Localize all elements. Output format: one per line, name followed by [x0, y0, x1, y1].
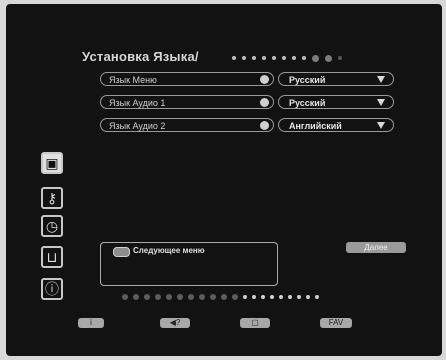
progress-dots-bottom [122, 294, 319, 300]
info-panel: Следующее меню [100, 242, 278, 286]
progress-dot [297, 295, 301, 299]
camera-icon[interactable]: ▣ [41, 152, 63, 174]
progress-dot [221, 294, 227, 300]
info-key[interactable]: i [78, 318, 104, 328]
selection-dot [260, 98, 269, 107]
progress-dot [288, 295, 292, 299]
audio2-language-select[interactable]: Английский [278, 118, 394, 132]
progress-dot [232, 56, 236, 60]
page-title: Установка Языка/ [82, 49, 199, 64]
progress-dot [252, 295, 256, 299]
row-label: Язык Аудио 2 [100, 118, 274, 132]
progress-dot [312, 55, 319, 62]
progress-dot [133, 294, 139, 300]
progress-dot [325, 55, 332, 62]
progress-dot [188, 294, 194, 300]
selection-dot [260, 121, 269, 130]
progress-dot [315, 295, 319, 299]
progress-dots-top [232, 55, 342, 62]
progress-dot [122, 294, 128, 300]
progress-dot [210, 294, 216, 300]
audio1-language-select[interactable]: Русский [278, 95, 394, 109]
progress-dot [177, 294, 183, 300]
progress-dot [252, 56, 256, 60]
tv-screen: Установка Языка/ Язык Меню Русский Язык … [6, 4, 442, 356]
select-value: Русский [289, 98, 326, 108]
progress-dot [166, 294, 172, 300]
dropdown-arrow-icon[interactable] [377, 122, 385, 129]
info-text: Следующее меню [133, 246, 205, 255]
progress-dot [302, 56, 306, 60]
progress-dot [306, 295, 310, 299]
progress-dot [261, 295, 265, 299]
progress-dot [232, 294, 238, 300]
folder-icon[interactable]: ⊔ [41, 246, 63, 268]
progress-dot [242, 56, 246, 60]
progress-dot [292, 56, 296, 60]
menu-language-select[interactable]: Русский [278, 72, 394, 86]
progress-dot [199, 294, 205, 300]
clock-icon[interactable]: ◷ [41, 215, 63, 237]
row-label: Язык Аудио 1 [100, 95, 274, 109]
progress-dot [272, 56, 276, 60]
next-button[interactable]: Далее [346, 242, 406, 253]
selection-dot [260, 75, 269, 84]
key-icon[interactable]: ⚷ [41, 187, 63, 209]
progress-dot [338, 56, 342, 60]
progress-dot [282, 56, 286, 60]
fav-key[interactable]: FAV [320, 318, 352, 328]
dropdown-arrow-icon[interactable] [377, 99, 385, 106]
blank-key[interactable]: ▢ [240, 318, 270, 328]
progress-dot [270, 295, 274, 299]
progress-dot [144, 294, 150, 300]
progress-dot [243, 295, 247, 299]
progress-dot [262, 56, 266, 60]
select-value: Русский [289, 75, 326, 85]
row-label: Язык Меню [100, 72, 274, 86]
info-icon[interactable]: ⓘ [41, 278, 63, 300]
select-value: Английский [289, 121, 342, 131]
audio-key[interactable]: ◀? [160, 318, 190, 328]
dropdown-arrow-icon[interactable] [377, 76, 385, 83]
progress-dot [155, 294, 161, 300]
remote-button-icon [113, 247, 130, 257]
progress-dot [279, 295, 283, 299]
